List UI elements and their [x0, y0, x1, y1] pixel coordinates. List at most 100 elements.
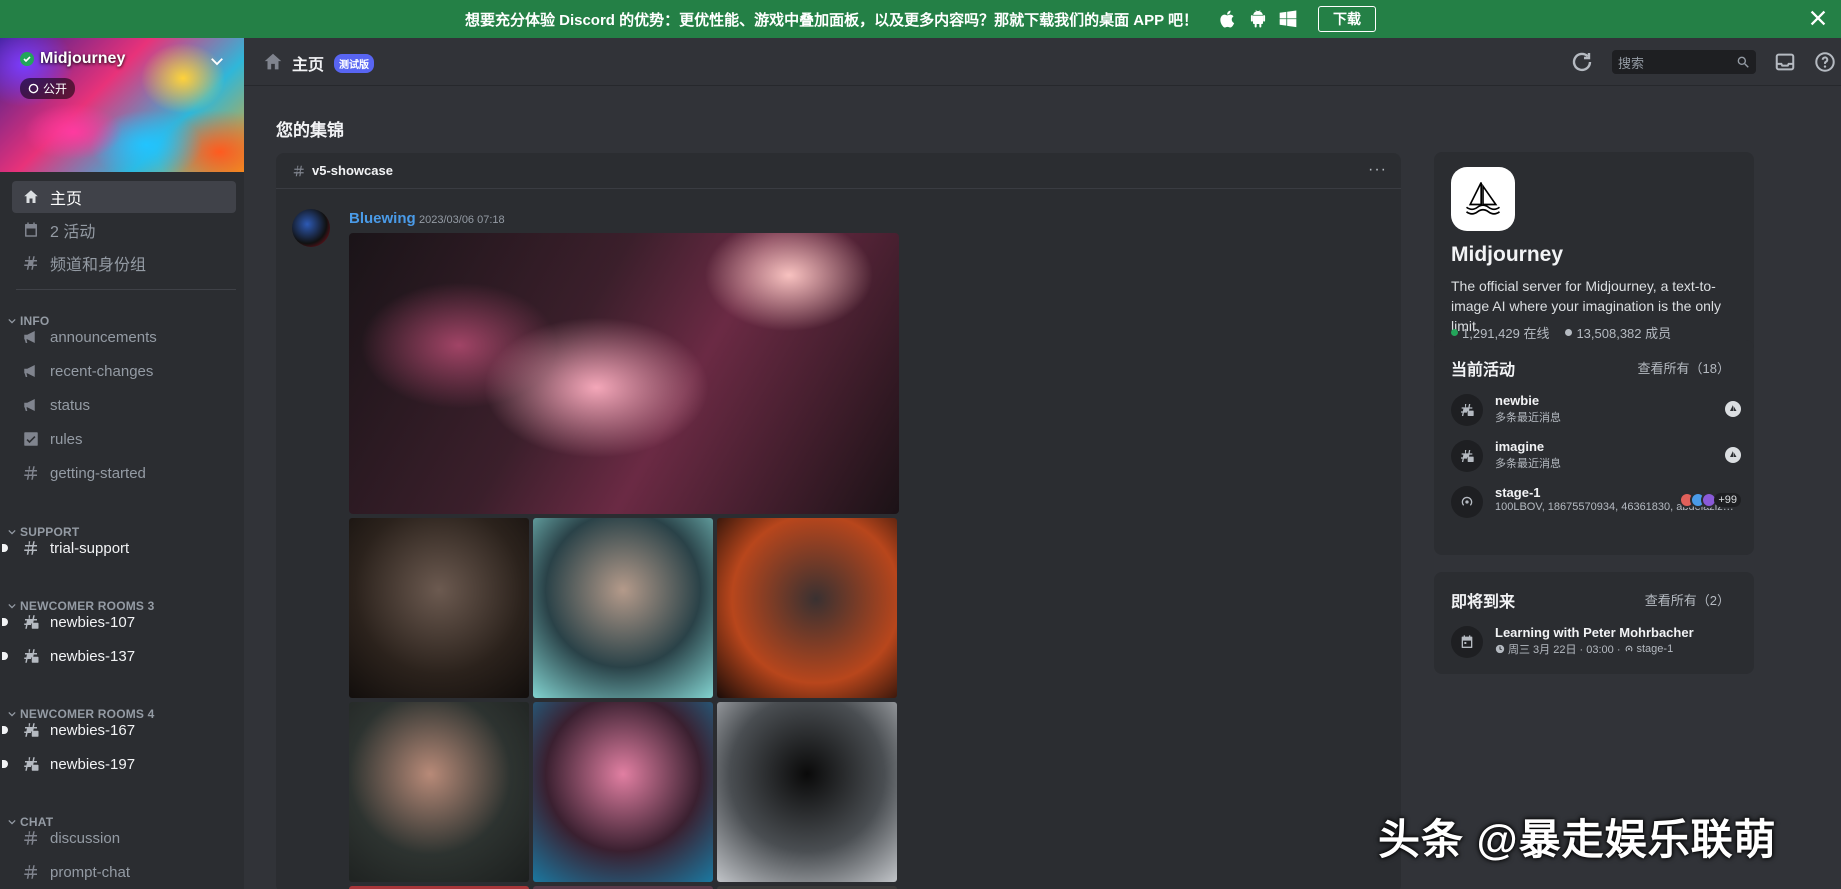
message-author[interactable]: Bluewing [349, 210, 416, 227]
unread-indicator [2, 652, 8, 660]
channel-label: newbies-167 [50, 721, 136, 739]
close-banner-button[interactable] [1807, 7, 1831, 31]
attachment-image[interactable] [717, 518, 897, 698]
avatar[interactable] [292, 209, 330, 247]
divider [16, 289, 236, 290]
watermark: 头条 @暴走娱乐联萌 [1378, 816, 1777, 863]
channel-label: rules [50, 430, 83, 448]
channel-getting-started[interactable]: getting-started [12, 458, 236, 488]
activity-item[interactable]: stage-1 100LBOV, 18675570934, 46361830, … [1451, 481, 1741, 521]
apple-icon[interactable] [1218, 9, 1238, 29]
activity-item[interactable]: imagine 多条最近消息 [1451, 435, 1741, 475]
channel-label: prompt-chat [50, 863, 131, 881]
card-header[interactable]: v5-showcase [276, 153, 1401, 189]
windows-icon[interactable] [1278, 9, 1298, 29]
hash-icon [24, 466, 37, 480]
chevron-down-icon[interactable] [208, 52, 226, 70]
server-name[interactable]: Midjourney [20, 50, 125, 68]
attachment-image[interactable] [717, 702, 897, 882]
channel-discussion[interactable]: discussion [12, 823, 236, 853]
android-icon[interactable] [1248, 9, 1268, 29]
stage-icon [1451, 486, 1483, 518]
card-channel-name: v5-showcase [312, 163, 393, 178]
public-label: 公开 [43, 82, 68, 96]
participant-count: +99 [1714, 493, 1741, 507]
activities-card: 当前活动 查看所有（18） newbie 多条最近消息 imagine 多条最近… [1434, 340, 1754, 555]
activity-item[interactable]: newbie 多条最近消息 [1451, 389, 1741, 429]
featured-heading: 您的集锦 [276, 121, 344, 140]
channel-newbies-137[interactable]: newbies-137 [2, 641, 236, 671]
activity-name: imagine [1495, 439, 1545, 454]
nav-home[interactable]: 主页 [12, 181, 236, 213]
attachment-image[interactable] [349, 702, 529, 882]
server-sidebar: Midjourney 公开 主页 2 活动 频道和身份组 INFO announ… [0, 38, 244, 889]
activity-subtitle: 多条最近消息 [1495, 458, 1561, 470]
channel-label: newbies-107 [50, 613, 136, 631]
beta-badge: 测试版 [334, 54, 374, 73]
banner-text: 想要充分体验 Discord 的优势：更优性能、游戏中叠加面板，以及更多内容吗？… [464, 11, 1199, 29]
channel-rules[interactable]: rules [12, 424, 236, 454]
attachment-image-main[interactable] [349, 233, 899, 514]
search-icon [1737, 56, 1749, 68]
channel-trial-support[interactable]: trial-support [2, 533, 236, 563]
upcoming-card: 即将到来 查看所有（2） Learning with Peter Mohrbac… [1434, 572, 1754, 674]
os-icons [1218, 9, 1298, 29]
threads-icon [24, 615, 39, 629]
megaphone-icon [24, 399, 35, 411]
search-placeholder: 搜索 [1618, 55, 1645, 71]
megaphone-icon [24, 365, 35, 377]
search-input[interactable]: 搜索 [1612, 50, 1756, 74]
calendar-icon [1451, 626, 1483, 658]
server-name-label: Midjourney [40, 50, 126, 67]
event-time: 周三 3月 22日 · 03:00 · [1508, 644, 1621, 656]
globe-icon [28, 83, 39, 94]
channel-newbies-197[interactable]: newbies-197 [2, 749, 236, 779]
download-button[interactable]: 下载 [1318, 6, 1377, 32]
channel-newbies-107[interactable]: newbies-107 [2, 607, 236, 637]
channel-label: newbies-137 [50, 647, 136, 665]
discord-app: 想要充分体验 Discord 的优势：更优性能、游戏中叠加面板，以及更多内容吗？… [0, 0, 1841, 889]
unread-indicator [2, 544, 8, 552]
channel-label: trial-support [50, 539, 130, 557]
threads-icon [1451, 394, 1483, 426]
view-all-activities-link[interactable]: 查看所有（18） [1638, 358, 1730, 377]
stage-icon [1625, 645, 1632, 652]
attachment-image[interactable] [533, 518, 713, 698]
channel-recent-changes[interactable]: recent-changes [12, 356, 236, 386]
channel-status[interactable]: status [12, 390, 236, 420]
channel-label: announcements [50, 328, 157, 346]
channel-label: status [50, 396, 91, 414]
threads-icon [24, 757, 39, 771]
channels-icon [24, 256, 37, 270]
unread-indicator [2, 618, 8, 626]
server-banner[interactable]: Midjourney 公开 [0, 38, 244, 172]
channel-label: newbies-197 [50, 755, 136, 773]
attachment-image[interactable] [349, 518, 529, 698]
channel-announcements[interactable]: announcements [12, 322, 236, 352]
activity-subtitle: 多条最近消息 [1495, 412, 1561, 424]
help-icon[interactable] [1814, 51, 1836, 73]
inbox-icon[interactable] [1774, 51, 1796, 73]
nav-events[interactable]: 2 活动 [12, 214, 236, 246]
event-item[interactable]: Learning with Peter Mohrbacher 周三 3月 22日… [1451, 621, 1741, 661]
refresh-icon[interactable] [1570, 50, 1594, 74]
event-details: 周三 3月 22日 · 03:00 · stage-1 [1495, 641, 1673, 657]
close-icon [1810, 10, 1826, 26]
nav-label: 频道和身份组 [50, 257, 147, 274]
attachment-image[interactable] [533, 702, 713, 882]
channel-prompt-chat[interactable]: prompt-chat [12, 857, 236, 887]
threads-icon [24, 649, 39, 663]
more-options-icon[interactable]: ··· [1368, 161, 1387, 179]
public-badge: 公开 [20, 78, 76, 99]
channel-newbies-167[interactable]: newbies-167 [2, 715, 236, 745]
channel-label: recent-changes [50, 362, 154, 380]
view-all-upcoming-link[interactable]: 查看所有（2） [1645, 590, 1730, 609]
featured-card[interactable]: v5-showcase ··· Bluewing 2023/03/06 07:1… [276, 153, 1401, 889]
home-icon [264, 53, 282, 70]
home-icon [24, 190, 38, 203]
verified-icon [20, 52, 34, 66]
sailboat-icon [1466, 182, 1500, 215]
nav-channels-roles[interactable]: 频道和身份组 [12, 247, 236, 279]
server-info-card: Midjourney The official server for Midjo… [1434, 152, 1754, 354]
server-title: Midjourney [1451, 243, 1564, 266]
